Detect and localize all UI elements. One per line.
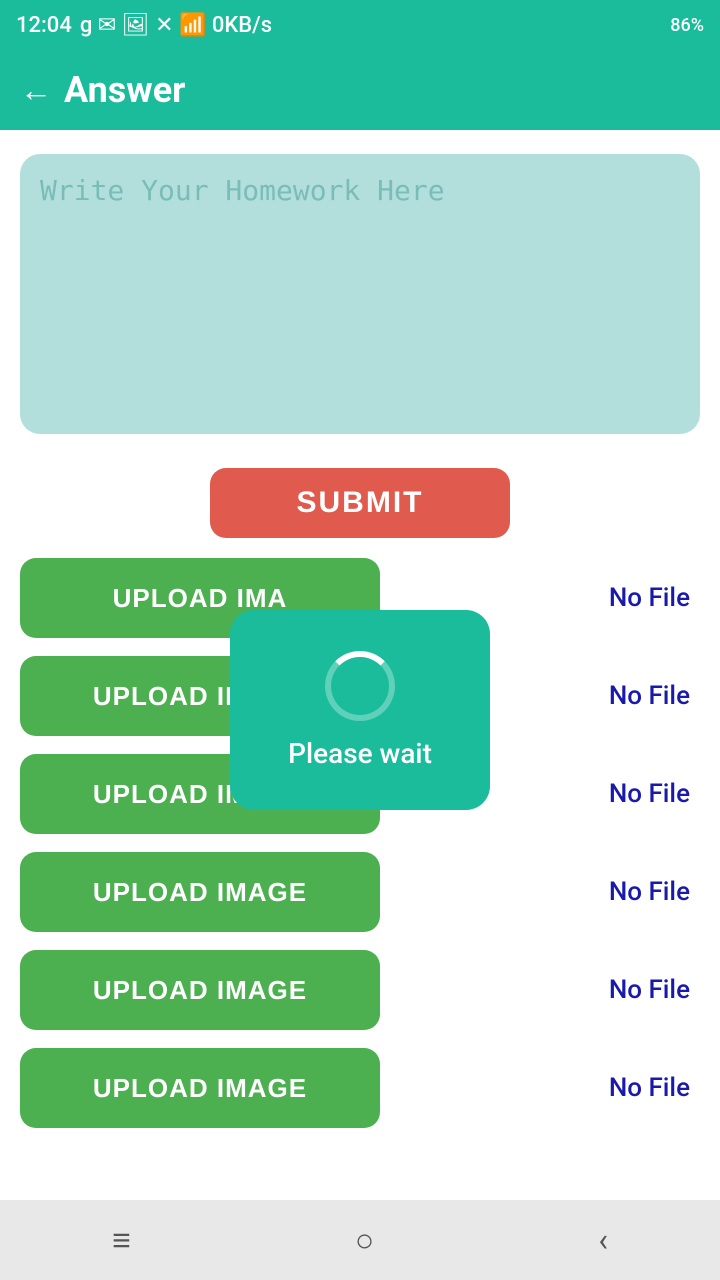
spinner-icon — [325, 651, 395, 721]
status-left: 12:04 g ✉ 🖼 ✕ 📶 0KB/s — [16, 13, 272, 38]
upload-row-5: UPLOAD IMAGE No File — [20, 950, 700, 1030]
upload-button-4[interactable]: UPLOAD IMAGE — [20, 852, 380, 932]
file-status-4: No File — [609, 877, 690, 907]
loading-overlay: Please wait — [230, 610, 490, 810]
back-button[interactable]: ← — [20, 71, 52, 109]
submit-button[interactable]: SUBMIT — [210, 468, 510, 538]
status-icons: g ✉ 🖼 ✕ 📶 0KB/s — [80, 13, 272, 38]
file-status-1: No File — [609, 583, 690, 613]
nav-back-icon[interactable]: ‹ — [598, 1221, 608, 1259]
please-wait-text: Please wait — [288, 737, 432, 770]
upload-button-6[interactable]: UPLOAD IMAGE — [20, 1048, 380, 1128]
status-battery: 86% — [670, 15, 704, 36]
bottom-nav: ≡ ○ ‹ — [0, 1200, 720, 1280]
nav-home-icon[interactable]: ○ — [355, 1221, 374, 1259]
nav-menu-icon[interactable]: ≡ — [112, 1221, 131, 1259]
page-title: Answer — [64, 69, 185, 111]
file-status-2: No File — [609, 681, 690, 711]
homework-textarea[interactable] — [20, 154, 700, 434]
file-status-3: No File — [609, 779, 690, 809]
status-right: 86% — [670, 15, 704, 36]
status-time: 12:04 — [16, 13, 72, 38]
main-content: SUBMIT UPLOAD IMA No File UPLOAD IMAGE N… — [0, 130, 720, 1280]
upload-row-4: UPLOAD IMAGE No File — [20, 852, 700, 932]
header: ← Answer — [0, 50, 720, 130]
upload-button-5[interactable]: UPLOAD IMAGE — [20, 950, 380, 1030]
status-bar: 12:04 g ✉ 🖼 ✕ 📶 0KB/s 86% — [0, 0, 720, 50]
upload-row-6: UPLOAD IMAGE No File — [20, 1048, 700, 1128]
file-status-6: No File — [609, 1073, 690, 1103]
file-status-5: No File — [609, 975, 690, 1005]
